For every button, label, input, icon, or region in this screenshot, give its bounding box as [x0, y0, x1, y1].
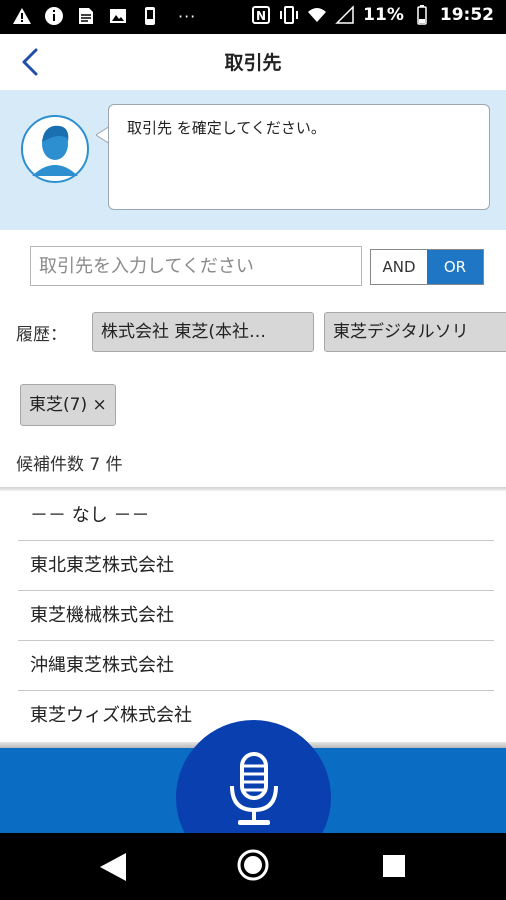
result-count: 候補件数 7 件 — [16, 455, 123, 475]
nav-back-icon[interactable] — [98, 851, 128, 883]
phone-notification-icon — [145, 7, 155, 25]
microphone-icon — [230, 752, 278, 825]
assistant-panel: 取引先 を確定してください。 — [0, 90, 506, 230]
or-toggle-button[interactable]: OR — [427, 250, 483, 284]
nfc-icon: N — [252, 6, 271, 24]
warning-icon — [13, 8, 31, 24]
match-mode-toggle: AND OR — [370, 249, 484, 285]
battery-icon — [417, 5, 427, 25]
list-item[interactable]: 東芝機械株式会社 — [18, 591, 494, 641]
and-toggle-button[interactable]: AND — [371, 250, 427, 284]
nav-home-icon[interactable] — [236, 848, 270, 882]
list-item[interactable]: －－ なし －－ — [18, 491, 494, 541]
nav-recents-icon[interactable] — [382, 854, 406, 878]
list-item[interactable]: 東北東芝株式会社 — [18, 541, 494, 591]
history-label: 履歴： — [16, 325, 67, 345]
page-title: 取引先 — [224, 52, 282, 74]
clock: 19:52 — [439, 5, 494, 25]
filter-chip[interactable]: 東芝(7) × — [20, 384, 116, 426]
list-item[interactable]: 沖縄東芝株式会社 — [18, 641, 494, 691]
history-chip[interactable]: 株式会社 東芝(本社… — [92, 312, 314, 352]
battery-percent: 11% — [363, 5, 404, 25]
assistant-message: 取引先 を確定してください。 — [127, 119, 326, 137]
assistant-avatar-icon — [21, 115, 89, 183]
more-notifications-indicator: ··· — [178, 6, 197, 26]
image-icon — [110, 9, 126, 23]
info-icon — [45, 7, 63, 25]
svg-text:N: N — [256, 9, 266, 23]
app-header: 取引先 — [0, 34, 506, 90]
wifi-icon — [308, 8, 327, 22]
document-icon — [79, 8, 93, 24]
vibrate-icon — [280, 6, 299, 24]
system-nav-bar — [0, 833, 506, 900]
search-input[interactable] — [30, 246, 362, 286]
speech-bubble: 取引先 を確定してください。 — [108, 104, 490, 210]
history-chip[interactable]: 東芝デジタルソリ — [324, 312, 506, 352]
signal-icon — [335, 5, 354, 24]
status-bar: ··· N 11% 19:52 — [0, 0, 506, 34]
